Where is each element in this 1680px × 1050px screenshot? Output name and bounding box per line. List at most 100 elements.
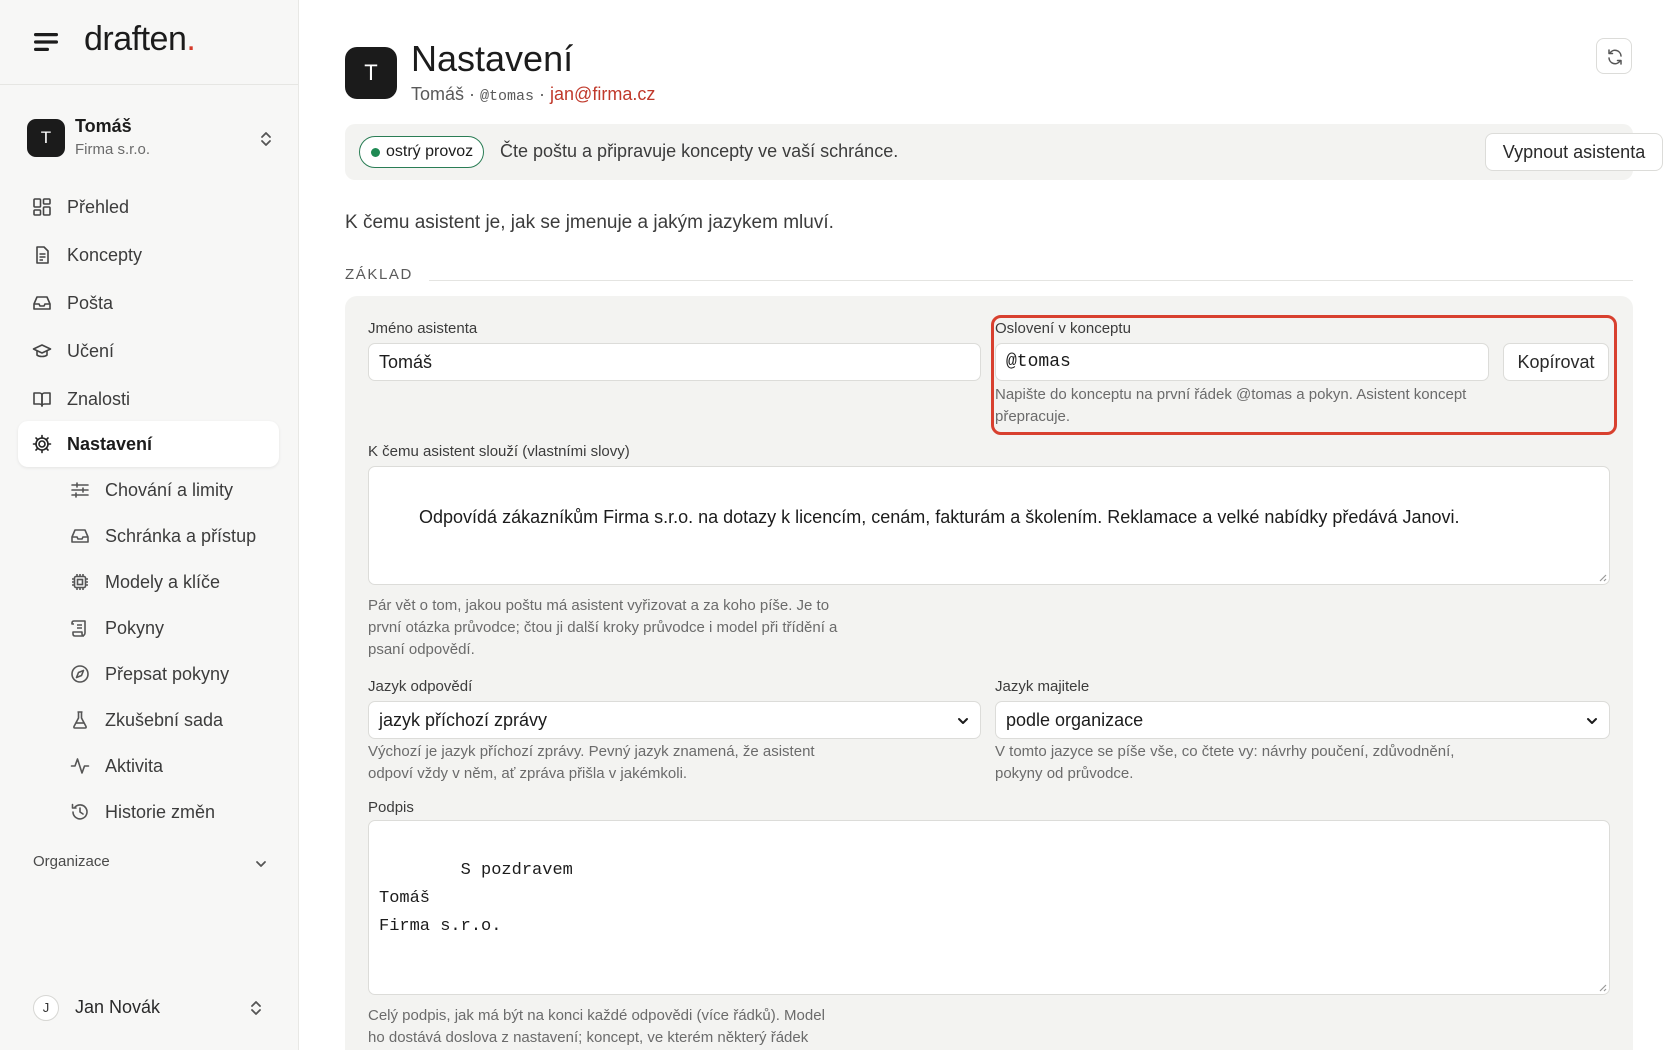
user-name: Jan Novák xyxy=(75,997,161,1017)
section-heading: ZÁKLAD xyxy=(345,266,413,283)
signature-help: Celý podpis, jak má být na konci každé o… xyxy=(368,1005,888,1049)
owner-language-label: Jazyk majitele xyxy=(995,678,1090,695)
gear-icon xyxy=(32,434,52,454)
help-line: ho dostává doslova z nastavení; koncept,… xyxy=(368,1029,809,1046)
sidebar: draften. T Tomáš Firma s.r.o. Přehled Ko… xyxy=(0,0,299,1050)
flask-icon xyxy=(73,711,87,729)
graduation-cap-icon xyxy=(32,344,52,358)
main-content: T Nastavení Tomáš · @tomas · jan@firma.c… xyxy=(300,0,1680,1050)
subnav-item-zkusebni[interactable]: Zkušební sada xyxy=(70,700,280,740)
help-line: V tomto jazyce se píše vše, co čtete vy:… xyxy=(995,743,1455,760)
reply-language-value: jazyk příchozí zprávy xyxy=(379,710,548,730)
disable-assistant-button[interactable]: Vypnout asistenta xyxy=(1485,133,1663,171)
workspace-switcher[interactable]: T Tomáš Firma s.r.o. xyxy=(27,116,273,162)
page-avatar: T xyxy=(345,47,397,99)
nav-item-label: Znalosti xyxy=(67,389,131,409)
subnav-item-historie[interactable]: Historie změn xyxy=(70,792,280,832)
chip-icon xyxy=(72,574,88,590)
status-badge: ostrý provoz xyxy=(359,136,485,168)
subnav-item-label: Modely a klíče xyxy=(105,572,221,592)
help-line: přepracuje. xyxy=(995,408,1071,425)
organization-section-toggle[interactable]: Organizace xyxy=(33,853,268,877)
dashboard-icon xyxy=(33,198,51,216)
subnav-item-label: Historie změn xyxy=(105,802,216,822)
status-bar: ostrý provoz Čte poštu a připravuje konc… xyxy=(345,124,1663,180)
copy-button[interactable]: Kopírovat xyxy=(1503,343,1609,381)
refresh-button[interactable] xyxy=(1596,38,1632,74)
chevron-updown-icon xyxy=(251,1001,261,1015)
help-line: psaní odpovědí. xyxy=(368,641,475,658)
book-icon xyxy=(33,392,51,407)
nav-item-koncepty[interactable]: Koncepty xyxy=(18,232,279,278)
owner-language-select[interactable]: podle organizace xyxy=(995,701,1610,739)
chevron-down-icon xyxy=(256,861,266,867)
workspace-org: Firma s.r.o. xyxy=(75,141,151,158)
resize-grip-icon[interactable] xyxy=(1597,982,1607,992)
status-text: Čte poštu a připravuje koncepty ve vaší … xyxy=(500,141,899,161)
purpose-help: Pár vět o tom, jakou poštu má asistent v… xyxy=(368,595,888,661)
nav-item-znalosti[interactable]: Znalosti xyxy=(18,376,279,422)
brand-logo[interactable]: draften. xyxy=(84,20,196,59)
inbox-icon xyxy=(33,296,51,310)
menu-icon[interactable] xyxy=(32,30,60,54)
assistant-name-label: Jméno asistenta xyxy=(368,320,478,337)
page-title: Nastavení xyxy=(411,38,574,79)
subnav-item-pokyny[interactable]: Pokyny xyxy=(70,608,280,648)
nav-item-posta[interactable]: Pošta xyxy=(18,280,279,326)
nav-item-label: Učení xyxy=(67,341,115,361)
nav-item-label: Nastavení xyxy=(67,434,153,454)
avatar: J xyxy=(33,995,59,1021)
help-line: Celý podpis, jak má být na konci každé o… xyxy=(368,1007,825,1024)
chevron-down-icon xyxy=(1587,718,1597,724)
brand-name: draften xyxy=(84,20,187,58)
signature-text: S pozdravem Tomáš Firma s.r.o. xyxy=(379,861,573,936)
sliders-icon xyxy=(71,482,89,498)
scroll-icon xyxy=(71,620,86,637)
separator: · xyxy=(534,84,551,104)
greeting-help: Napište do konceptu na první řádek @toma… xyxy=(995,384,1595,428)
app-window: draften. T Tomáš Firma s.r.o. Přehled Ko… xyxy=(0,0,1680,1050)
greeting-label: Oslovení v konceptu xyxy=(995,320,1131,337)
subnav-item-prepsat[interactable]: Přepsat pokyny xyxy=(70,654,280,694)
help-line: Pár vět o tom, jakou poštu má asistent v… xyxy=(368,597,830,614)
nav-item-label: Přehled xyxy=(67,197,130,217)
brand-row: draften. xyxy=(0,0,298,85)
owner-email-link[interactable]: jan@firma.cz xyxy=(550,84,655,104)
subnav-item-label: Pokyny xyxy=(105,618,165,638)
subnav-item-label: Schránka a přístup xyxy=(105,526,257,546)
help-line: Výchozí je jazyk příchozí zprávy. Pevný … xyxy=(368,743,815,760)
signature-textarea[interactable]: S pozdravem Tomáš Firma s.r.o. xyxy=(368,820,1610,995)
workspace-name: Tomáš xyxy=(75,116,132,136)
assistant-handle: @tomas xyxy=(480,88,535,105)
reply-language-help: Výchozí je jazyk příchozí zprávy. Pevný … xyxy=(368,741,888,785)
subnav-item-aktivita[interactable]: Aktivita xyxy=(70,746,280,786)
subnav-item-schranka[interactable]: Schránka a přístup xyxy=(70,516,280,556)
chevron-updown-icon xyxy=(261,132,271,146)
compass-icon xyxy=(71,665,89,683)
separator: · xyxy=(464,84,481,104)
help-line: první otázka průvodce; čtou ji další kro… xyxy=(368,619,838,636)
purpose-textarea[interactable]: Odpovídá zákazníkům Firma s.r.o. na dota… xyxy=(368,466,1610,585)
assistant-name-input[interactable]: Tomáš xyxy=(368,343,981,381)
inbox-icon xyxy=(71,529,89,543)
history-icon xyxy=(71,803,88,820)
document-icon xyxy=(36,246,49,264)
owner-language-value: podle organizace xyxy=(1006,710,1144,730)
help-line: odpoví vždy v něm, ať zpráva přišla v ja… xyxy=(368,765,688,782)
purpose-label: K čemu asistent slouží (vlastními slovy) xyxy=(368,443,630,460)
nav-item-uceni[interactable]: Učení xyxy=(18,328,279,374)
resize-grip-icon[interactable] xyxy=(1597,572,1607,582)
subnav-item-modely[interactable]: Modely a klíče xyxy=(70,562,280,602)
user-switcher[interactable]: J Jan Novák xyxy=(33,993,273,1023)
reply-language-label: Jazyk odpovědí xyxy=(368,678,473,695)
organization-section-label: Organizace xyxy=(33,853,110,870)
section-intro: K čemu asistent je, jak se jmenuje a jak… xyxy=(345,212,834,233)
greeting-input[interactable]: @tomas xyxy=(995,343,1489,381)
nav-item-label: Koncepty xyxy=(67,245,143,265)
signature-label: Podpis xyxy=(368,799,414,816)
owner-language-help: V tomto jazyce se píše vše, co čtete vy:… xyxy=(995,741,1555,785)
nav-item-prehled[interactable]: Přehled xyxy=(18,184,279,230)
subnav-item-chovani[interactable]: Chování a limity xyxy=(70,470,280,510)
nav-item-nastaveni[interactable]: Nastavení xyxy=(18,421,279,467)
reply-language-select[interactable]: jazyk příchozí zprávy xyxy=(368,701,981,739)
